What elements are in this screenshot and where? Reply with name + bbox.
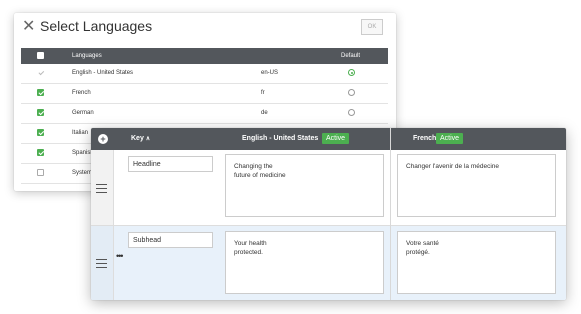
column-header-english: English - United States — [242, 135, 319, 142]
ok-button[interactable]: OK — [361, 19, 383, 35]
drag-handle-icon[interactable] — [96, 184, 107, 193]
language-checkbox[interactable] — [37, 89, 44, 96]
close-icon[interactable]: ✕ — [22, 19, 35, 35]
language-checkbox[interactable] — [37, 149, 44, 156]
dialog-title: Select Languages — [40, 18, 153, 34]
column-header-french: French — [413, 135, 437, 142]
english-status-badge: Active — [322, 133, 350, 144]
language-name: French — [72, 90, 91, 96]
key-input[interactable]: Headline — [128, 156, 213, 172]
french-text-field[interactable]: Changer l'avenir de la médecine — [397, 154, 556, 217]
language-row[interactable]: French fr — [21, 84, 388, 104]
default-radio[interactable] — [348, 109, 355, 116]
add-icon[interactable]: + — [98, 134, 108, 144]
key-label: Key — [131, 135, 144, 142]
english-text-field[interactable]: Your health protected. — [225, 231, 384, 294]
language-name: Italian — [72, 130, 89, 136]
drag-handle-icon[interactable] — [96, 259, 107, 268]
french-text-field[interactable]: Votre santé protégé. — [397, 231, 556, 294]
language-row[interactable]: German de — [21, 104, 388, 124]
translation-panel: + Key ∧ English - United States Active F… — [91, 128, 566, 300]
column-divider — [390, 128, 391, 300]
column-header-default: Default — [341, 53, 361, 59]
sort-icon[interactable]: ∧ — [146, 136, 150, 142]
language-code: en-US — [261, 70, 279, 76]
language-checkbox[interactable] — [37, 109, 44, 116]
key-input[interactable]: Subhead — [128, 232, 213, 248]
default-radio[interactable] — [348, 89, 355, 96]
translation-row: ••• Subhead Your health protected. Votre… — [91, 226, 566, 300]
default-radio[interactable] — [348, 69, 355, 76]
languages-table-header: Languages Default — [21, 48, 388, 64]
english-text-field[interactable]: Changing the future of medicine — [225, 154, 384, 217]
more-options-icon[interactable]: ••• — [116, 251, 124, 261]
language-code: de — [261, 110, 268, 116]
column-header-languages: Languages — [72, 53, 102, 59]
language-row[interactable]: English - United States en-US — [21, 64, 388, 84]
drag-handle-cell[interactable] — [91, 150, 114, 225]
drag-handle-cell[interactable] — [91, 226, 114, 300]
select-all-checkbox[interactable] — [37, 52, 44, 59]
dialog-header: ✕ Select Languages OK — [14, 13, 396, 43]
language-checkbox[interactable] — [37, 169, 44, 176]
language-name: English - United States — [72, 70, 134, 76]
language-name: System — [72, 170, 93, 176]
language-checkbox — [37, 69, 44, 76]
french-status-badge: Active — [436, 133, 464, 144]
column-header-key[interactable]: Key ∧ — [131, 135, 150, 142]
language-checkbox[interactable] — [37, 129, 44, 136]
language-name: German — [72, 110, 94, 116]
translation-row: Headline Changing the future of medicine… — [91, 150, 566, 226]
language-code: fr — [261, 90, 265, 96]
translation-table-header: + Key ∧ English - United States Active F… — [91, 128, 566, 150]
